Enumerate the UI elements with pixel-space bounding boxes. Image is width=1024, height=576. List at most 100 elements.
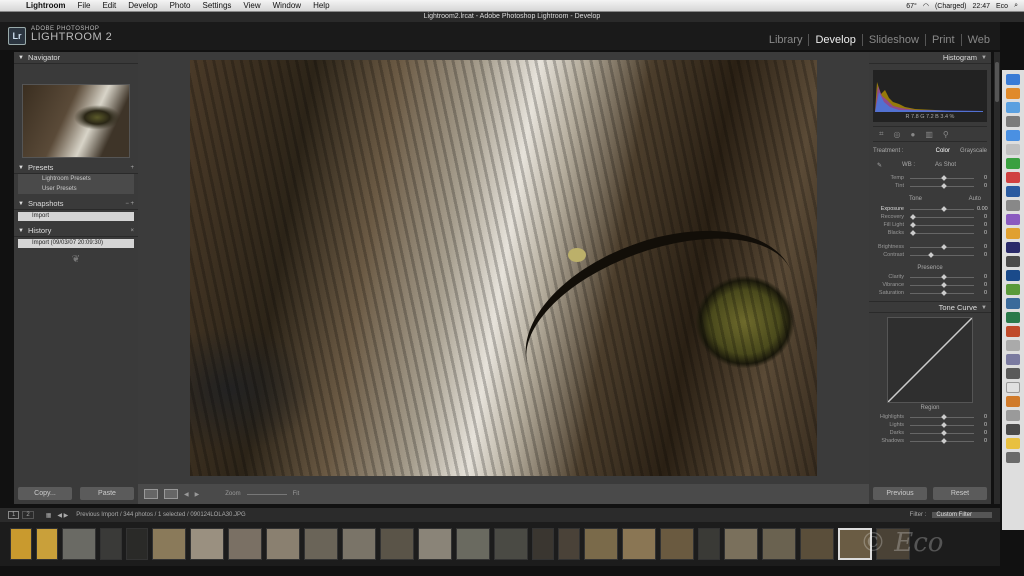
brightness-value[interactable]: 0 — [977, 244, 987, 250]
safari-icon[interactable] — [1006, 102, 1020, 113]
snapshot-add-icon[interactable]: − + — [125, 198, 134, 210]
app-icon[interactable] — [1006, 424, 1020, 435]
blacks-value[interactable]: 0 — [977, 230, 987, 236]
slider-knob[interactable] — [941, 174, 947, 181]
filmstrip[interactable] — [0, 522, 1000, 566]
app-icon[interactable] — [1006, 270, 1020, 281]
saturation-slider[interactable]: Saturation 0 — [869, 289, 991, 297]
app-icon[interactable] — [1006, 340, 1020, 351]
shadows-slider[interactable]: Shadows 0 — [869, 437, 991, 445]
filmstrip-thumb[interactable] — [800, 528, 834, 560]
slider-knob[interactable] — [910, 213, 917, 220]
slider-knob[interactable] — [928, 251, 935, 258]
slider-knob[interactable] — [910, 229, 917, 236]
app-icon[interactable] — [1006, 172, 1020, 183]
app-icon[interactable] — [1006, 144, 1020, 155]
loupe-view-icon[interactable] — [144, 489, 158, 499]
filmstrip-thumb[interactable] — [494, 528, 528, 560]
wb-select[interactable]: As Shot — [935, 162, 956, 168]
tint-slider[interactable]: Tint 0 — [869, 182, 991, 190]
filmstrip-thumb[interactable] — [100, 528, 122, 560]
app-icon[interactable] — [1006, 158, 1020, 169]
previous-button[interactable]: Previous — [873, 487, 927, 500]
lightroom-icon[interactable] — [1006, 256, 1020, 267]
lights-value[interactable]: 0 — [977, 422, 987, 428]
highlights-value[interactable]: 0 — [977, 414, 987, 420]
wifi-icon[interactable]: ◠ — [923, 2, 929, 10]
histogram[interactable]: R 7.8 G 7.2 B 3.4 % — [873, 70, 987, 122]
slider-knob[interactable] — [941, 437, 947, 444]
crop-icon[interactable]: ⌗ — [879, 129, 884, 139]
clarity-slider[interactable]: Clarity 0 — [869, 273, 991, 281]
paste-button[interactable]: Paste — [80, 487, 134, 500]
finder-icon[interactable] — [1006, 74, 1020, 85]
filmstrip-thumb[interactable] — [342, 528, 376, 560]
slider-knob[interactable] — [910, 221, 917, 228]
preset-folder[interactable]: User Presets — [18, 184, 134, 194]
reset-button[interactable]: Reset — [933, 487, 987, 500]
brightness-slider[interactable]: Brightness 0 — [869, 243, 991, 251]
navigator-header[interactable]: ▼ Navigator — [14, 52, 138, 64]
filmstrip-thumb[interactable] — [304, 528, 338, 560]
next-arrow-icon[interactable]: ▶ — [195, 491, 200, 498]
add-preset-icon[interactable]: + — [130, 162, 134, 174]
temp-value[interactable]: 0 — [977, 175, 987, 181]
app-icon[interactable] — [1006, 410, 1020, 421]
preset-folder[interactable]: Lightroom Presets — [18, 174, 134, 184]
presets-header[interactable]: ▼ Presets + — [14, 162, 138, 174]
filmstrip-thumb[interactable] — [126, 528, 148, 560]
menu-photo[interactable]: Photo — [164, 1, 197, 10]
snapshot-item[interactable]: Import — [18, 212, 134, 221]
filmstrip-thumb[interactable] — [10, 528, 32, 560]
filmstrip-thumb[interactable] — [62, 528, 96, 560]
spotlight-icon[interactable]: ⌕ — [1014, 2, 1018, 10]
exposure-value[interactable]: 0.00 — [977, 206, 988, 212]
menu-settings[interactable]: Settings — [197, 1, 238, 10]
trash-icon[interactable] — [1006, 452, 1020, 463]
filmstrip-thumb[interactable] — [532, 528, 554, 560]
graduated-filter-icon[interactable]: ▥ — [925, 130, 933, 139]
second-window-button[interactable]: 2 — [22, 511, 34, 519]
app-icon[interactable] — [1006, 368, 1020, 379]
temp-slider[interactable]: Temp 0 — [869, 174, 991, 182]
app-icon[interactable] — [1006, 312, 1020, 323]
vibrance-value[interactable]: 0 — [977, 282, 987, 288]
menu-edit[interactable]: Edit — [96, 1, 122, 10]
tonecurve-header[interactable]: Tone Curve ▼ — [869, 301, 991, 313]
filmstrip-thumb[interactable] — [152, 528, 186, 560]
app-icon[interactable] — [1006, 298, 1020, 309]
battery-status[interactable]: (Charged) — [935, 3, 967, 10]
grid-icon[interactable]: ▦ — [46, 512, 52, 519]
treatment-grayscale[interactable]: Grayscale — [960, 148, 987, 154]
recovery-slider[interactable]: Recovery 0 — [869, 213, 991, 221]
clear-history-icon[interactable]: × — [130, 225, 134, 237]
filllight-slider[interactable]: Fill Light 0 — [869, 221, 991, 229]
menu-app[interactable]: Lightroom — [20, 1, 72, 10]
contrast-value[interactable]: 0 — [977, 252, 987, 258]
filmstrip-thumb[interactable] — [380, 528, 414, 560]
menu-help[interactable]: Help — [307, 1, 335, 10]
histogram-header[interactable]: Histogram ▼ — [869, 52, 991, 64]
app-icon[interactable] — [1006, 200, 1020, 211]
filmstrip-thumb[interactable] — [266, 528, 300, 560]
filmstrip-thumb[interactable] — [190, 528, 224, 560]
filmstrip-thumb[interactable] — [36, 528, 58, 560]
navigator-preview[interactable] — [22, 84, 130, 158]
tint-value[interactable]: 0 — [977, 183, 987, 189]
app-icon[interactable] — [1006, 326, 1020, 337]
history-item[interactable]: Import (09/03/07 20:09:30) — [18, 239, 134, 248]
tone-curve-graph[interactable] — [887, 317, 973, 403]
main-window-button[interactable]: 1 — [8, 511, 20, 519]
blacks-slider[interactable]: Blacks 0 — [869, 229, 991, 237]
app-icon[interactable] — [1006, 130, 1020, 141]
filter-select[interactable]: Custom Filter — [932, 512, 992, 518]
slider-knob[interactable] — [941, 243, 947, 250]
filmstrip-thumb[interactable] — [558, 528, 580, 560]
module-web[interactable]: Web — [960, 34, 996, 46]
firefox-icon[interactable] — [1006, 88, 1020, 99]
redeye-icon[interactable]: ● — [911, 130, 916, 139]
app-icon[interactable] — [1006, 438, 1020, 449]
auto-tone-button[interactable]: Auto — [969, 196, 981, 205]
saturation-value[interactable]: 0 — [977, 290, 987, 296]
filmstrip-thumb[interactable] — [762, 528, 796, 560]
